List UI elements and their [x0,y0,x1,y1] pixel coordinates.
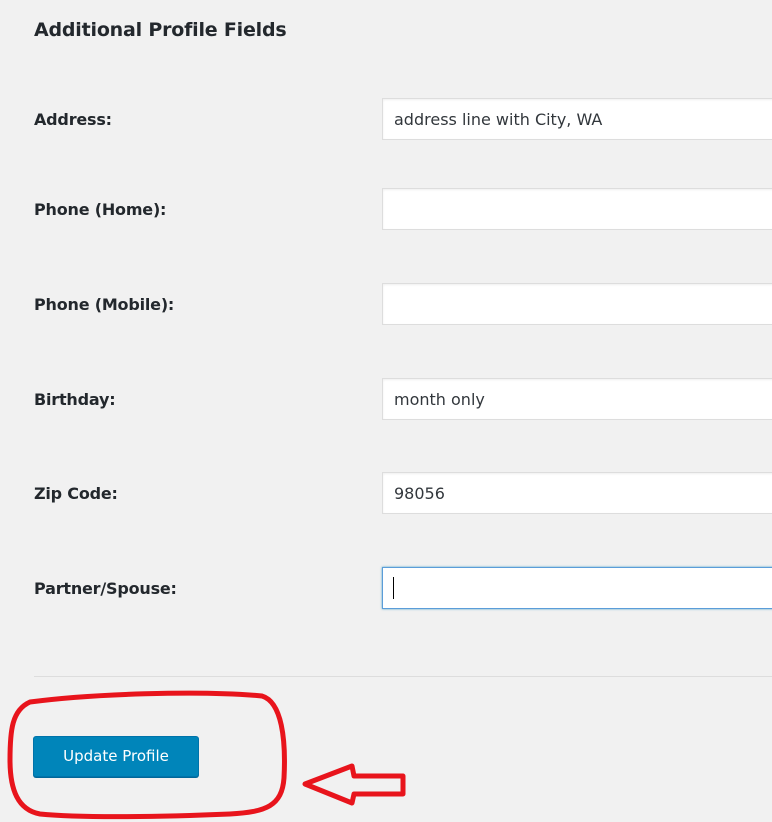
address-input[interactable] [382,98,772,140]
phone-mobile-label: Phone (Mobile): [34,295,175,314]
address-label: Address: [34,110,112,129]
field-row-phone-home: Phone (Home): [0,188,772,232]
form-divider [34,676,772,677]
update-profile-button[interactable]: Update Profile [33,736,199,777]
birthday-label: Birthday: [34,390,116,409]
phone-home-input[interactable] [382,188,772,230]
phone-home-label: Phone (Home): [34,200,167,219]
partner-spouse-label: Partner/Spouse: [34,579,177,598]
field-row-zip-code: Zip Code: [0,472,772,516]
field-row-phone-mobile: Phone (Mobile): [0,283,772,327]
partner-spouse-input[interactable] [382,567,772,609]
phone-mobile-input[interactable] [382,283,772,325]
birthday-input[interactable] [382,378,772,420]
field-row-partner-spouse: Partner/Spouse: [0,567,772,611]
text-cursor [393,577,394,599]
zip-code-label: Zip Code: [34,484,118,503]
field-row-birthday: Birthday: [0,378,772,422]
left-arrow-annotation [302,763,406,806]
zip-code-input[interactable] [382,472,772,514]
section-title: Additional Profile Fields [34,19,287,41]
field-row-address: Address: [0,98,772,142]
